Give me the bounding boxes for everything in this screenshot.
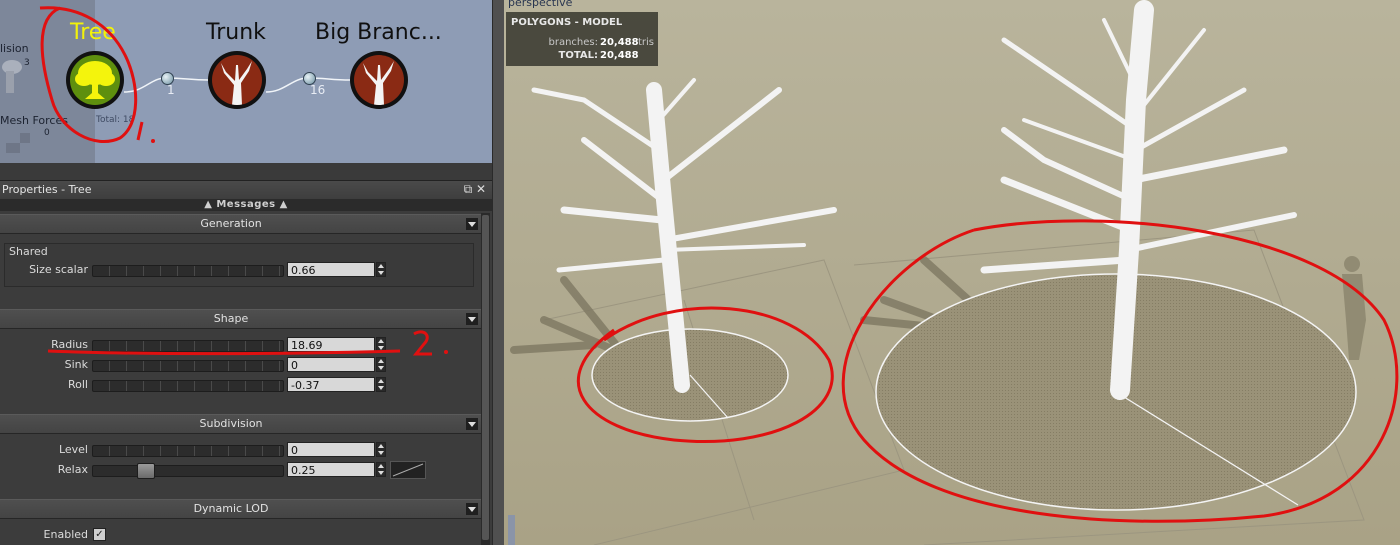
stats-branches-label: branches:	[548, 37, 599, 48]
stats-branches-unit: tris	[638, 37, 655, 48]
stats-total-value: 20,488	[600, 50, 639, 61]
stats-total-label: TOTAL:	[558, 50, 598, 61]
3d-viewport[interactable]: perspective POLYGONS - MODEL branches: 2…	[504, 0, 1400, 545]
polygon-stats-overlay: POLYGONS - MODEL branches: 20,488 tris T…	[506, 12, 658, 66]
scene-render	[504, 0, 1400, 545]
stats-heading: POLYGONS - MODEL	[511, 17, 623, 28]
viewport-label[interactable]: perspective	[508, 0, 572, 9]
app-window: lision 3 Mesh Forces 0 Tree Total: 18 1 …	[0, 0, 1400, 545]
properties-panel: Properties - Tree ⧉ ✕ ▲ Messages ▲ Gener…	[0, 180, 492, 545]
annotation-underline-2	[47, 330, 448, 356]
annotation-circle-1	[39, 6, 155, 144]
stats-branches-value: 20,488	[600, 37, 639, 48]
node-graph[interactable]: lision 3 Mesh Forces 0 Tree Total: 18 1 …	[0, 0, 492, 163]
